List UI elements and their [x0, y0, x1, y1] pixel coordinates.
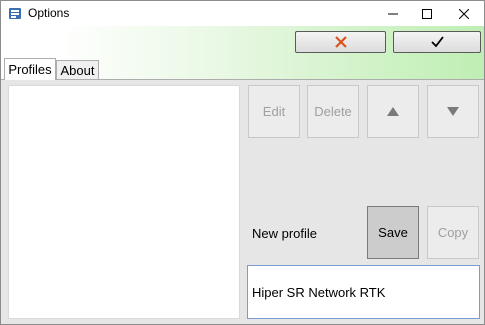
title-bar: Options	[1, 1, 484, 26]
edit-button[interactable]: Edit	[248, 85, 300, 138]
minimize-button[interactable]	[376, 1, 410, 26]
ok-button[interactable]	[393, 31, 481, 53]
check-icon	[430, 36, 444, 48]
new-profile-label: New profile	[252, 226, 318, 241]
save-button[interactable]: Save	[367, 206, 419, 259]
window-title: Options	[28, 6, 70, 20]
delete-button[interactable]: Delete	[307, 85, 359, 138]
maximize-icon	[422, 8, 432, 19]
move-down-button[interactable]	[427, 85, 479, 138]
profile-list[interactable]	[8, 85, 240, 319]
close-icon	[459, 8, 469, 19]
move-up-button[interactable]	[367, 85, 419, 138]
app-icon	[9, 8, 21, 19]
tab-profiles[interactable]: Profiles	[4, 58, 56, 80]
close-button[interactable]	[447, 1, 481, 26]
copy-button[interactable]: Copy	[427, 206, 479, 259]
minimize-icon	[388, 13, 398, 14]
maximize-button[interactable]	[410, 1, 444, 26]
options-window: Options Profiles About Edit Delete New p…	[0, 0, 485, 325]
cancel-button[interactable]	[295, 31, 386, 53]
profile-name-input[interactable]	[247, 265, 480, 319]
x-icon	[334, 36, 347, 48]
down-triangle-icon	[447, 107, 459, 116]
tab-about[interactable]: About	[56, 60, 99, 80]
up-triangle-icon	[387, 107, 399, 116]
